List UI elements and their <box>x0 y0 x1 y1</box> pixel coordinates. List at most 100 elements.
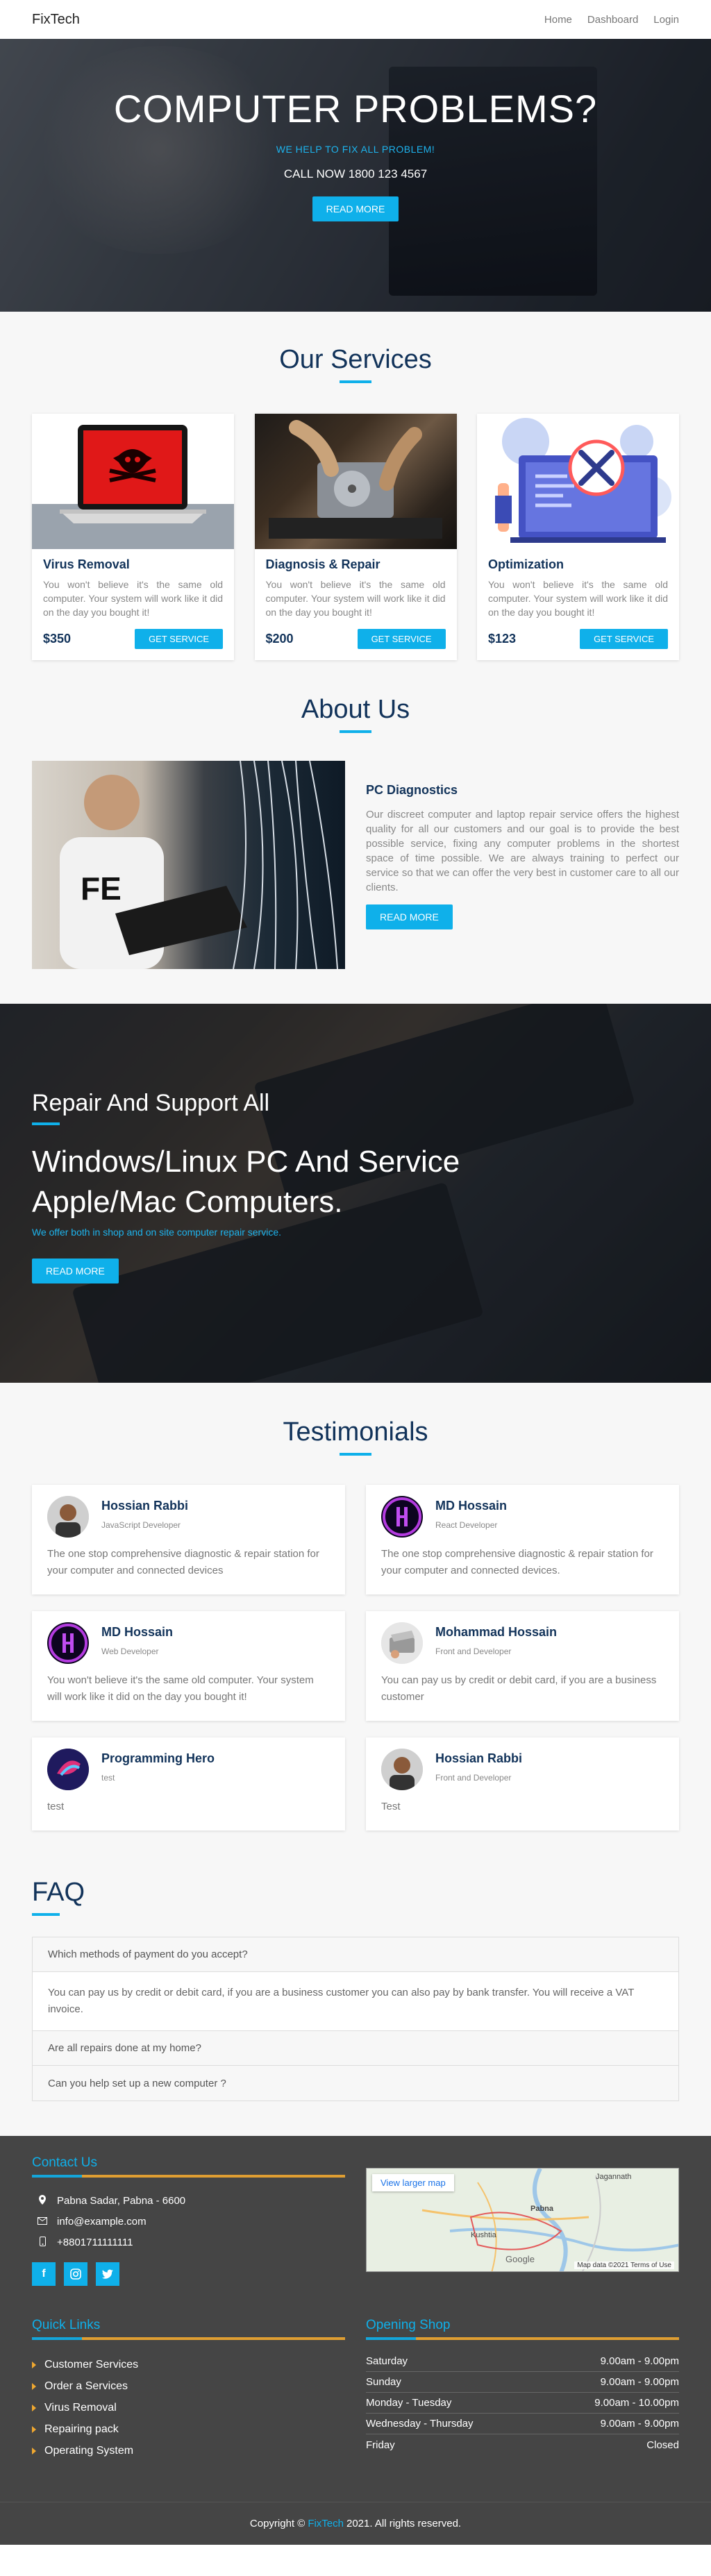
nav-link-login[interactable]: Login <box>653 14 679 26</box>
testimonial-name: MD Hossain <box>101 1625 174 1639</box>
testimonial-card: Hossian Rabbi Front and Developer Test <box>366 1737 679 1830</box>
testimonial-card: MD Hossain React Developer The one stop … <box>366 1485 679 1594</box>
hours-row: Monday - Tuesday 9.00am - 10.00pm <box>366 2393 679 2414</box>
contact-column: Contact Us Pabna Sadar, Pabna - 6600 inf… <box>32 2155 345 2286</box>
avatar <box>47 1622 89 1664</box>
contact-address: Pabna Sadar, Pabna - 6600 <box>32 2190 345 2211</box>
hero-title: COMPUTER PROBLEMS? <box>113 87 598 131</box>
faq-question[interactable]: Can you help set up a new computer ? <box>33 2066 678 2101</box>
hours-row: Sunday 9.00am - 9.00pm <box>366 2372 679 2393</box>
google-map[interactable]: View larger map Jagannath Pabna Kushtia … <box>366 2168 679 2272</box>
title-underline <box>340 380 371 383</box>
testimonial-name: MD Hossain <box>435 1499 508 1513</box>
envelope-icon <box>37 2216 47 2227</box>
copyright-brand-link[interactable]: FixTech <box>308 2518 344 2529</box>
nav-link-home[interactable]: Home <box>544 14 572 26</box>
testimonial-role: test <box>101 1773 115 1783</box>
avatar <box>381 1622 423 1664</box>
service-price: $350 <box>43 632 72 646</box>
nav-link-dashboard[interactable]: Dashboard <box>587 14 638 26</box>
svg-text:FE: FE <box>81 870 122 907</box>
faq-accordion: Which methods of payment do you accept? … <box>32 1937 679 2101</box>
quick-link[interactable]: Repairing pack <box>32 2418 345 2440</box>
hours-row: Friday Closed <box>366 2439 679 2451</box>
testimonials-section: Testimonials Hossian Rabbi JavaScript De… <box>0 1383 711 1858</box>
contact-phone: +8801711111111 <box>32 2232 345 2253</box>
repair-banner: Repair And Support All Windows/Linux PC … <box>0 1004 711 1383</box>
map-label: Jagannath <box>596 2173 632 2181</box>
hours-row: Saturday 9.00am - 9.00pm <box>366 2351 679 2372</box>
testimonial-role: Web Developer <box>101 1647 159 1656</box>
faq-question[interactable]: Which methods of payment do you accept? <box>33 1937 678 1972</box>
repair-hardware-image <box>254 414 457 549</box>
title-underline <box>366 2337 679 2340</box>
get-service-button[interactable]: GET SERVICE <box>357 629 446 649</box>
service-card-virus-removal: Virus Removal You won't believe it's the… <box>32 414 234 660</box>
banner-underline <box>32 1122 60 1125</box>
testimonial-role: JavaScript Developer <box>101 1520 181 1530</box>
service-name: Virus Removal <box>43 557 130 571</box>
mobile-phone-icon <box>37 2236 47 2248</box>
title-underline <box>32 2337 345 2340</box>
caret-right-icon <box>32 2425 36 2433</box>
testimonial-name: Programming Hero <box>101 1751 215 1765</box>
title-underline <box>32 1913 60 1916</box>
testimonial-card: Hossian Rabbi JavaScript Developer The o… <box>32 1485 345 1594</box>
service-price: $200 <box>265 632 294 646</box>
testimonials-title: Testimonials <box>283 1417 428 1447</box>
quick-link[interactable]: Customer Services <box>32 2354 345 2375</box>
contact-title: Contact Us <box>32 2155 97 2170</box>
quick-link[interactable]: Virus Removal <box>32 2397 345 2418</box>
hero-subtitle: WE HELP TO FIX ALL PROBLEM! <box>276 144 435 155</box>
banner-title: Windows/Linux PC And Service Apple/Mac C… <box>32 1145 460 1219</box>
brand-logo[interactable]: FixTech <box>32 12 80 28</box>
get-service-button[interactable]: GET SERVICE <box>580 629 668 649</box>
map-credit: Map data ©2021 Terms of Use <box>574 2262 674 2269</box>
title-underline <box>340 1453 371 1456</box>
quick-link[interactable]: Operating System <box>32 2440 345 2461</box>
testimonial-text: The one stop comprehensive diagnostic & … <box>381 1548 653 1576</box>
about-description: Our discreet computer and laptop repair … <box>366 809 679 893</box>
facebook-icon[interactable]: f <box>32 2262 56 2286</box>
testimonial-text: You can pay us by credit or debit card, … <box>381 1674 657 1703</box>
testimonial-card: MD Hossain Web Developer You won't belie… <box>32 1611 345 1721</box>
get-service-button[interactable]: GET SERVICE <box>135 629 223 649</box>
testimonials-grid: Hossian Rabbi JavaScript Developer The o… <box>32 1485 679 1830</box>
faq-section: FAQ Which methods of payment do you acce… <box>0 1858 711 2136</box>
title-underline <box>32 2175 345 2178</box>
banner-read-more-button[interactable]: READ MORE <box>32 1258 119 1283</box>
caret-right-icon <box>32 2382 36 2390</box>
services-section: Our Services Virus Removal You won't bel… <box>0 312 711 695</box>
hero-phone: CALL NOW 1800 123 4567 <box>283 167 428 180</box>
map-label: Kushtia <box>471 2231 496 2239</box>
hours-row: Wednesday - Thursday 9.00am - 9.00pm <box>366 2414 679 2434</box>
nav-links: Home Dashboard Login <box>544 14 679 26</box>
testimonial-text: Test <box>381 1801 401 1812</box>
caret-right-icon <box>32 2447 36 2455</box>
quick-link[interactable]: Order a Services <box>32 2375 345 2397</box>
service-description: You won't believe it's the same old comp… <box>43 579 223 618</box>
testimonial-text: test <box>47 1801 65 1812</box>
service-price: $123 <box>488 632 517 646</box>
faq-question[interactable]: Are all repairs done at my home? <box>33 2031 678 2066</box>
instagram-icon[interactable] <box>64 2262 87 2286</box>
social-links: f <box>32 2262 345 2286</box>
map-label: Pabna <box>530 2205 554 2213</box>
service-name: Diagnosis & Repair <box>265 557 380 571</box>
banner-subtitle: We offer both in shop and on site comput… <box>32 1227 282 1238</box>
about-read-more-button[interactable]: READ MORE <box>366 904 453 929</box>
service-description: You won't believe it's the same old comp… <box>488 579 668 618</box>
hero-read-more-button[interactable]: READ MORE <box>312 196 399 221</box>
service-description: You won't believe it's the same old comp… <box>265 579 446 618</box>
service-card-diagnosis-repair: Diagnosis & Repair You won't believe it'… <box>254 414 457 660</box>
optimization-illustration <box>477 414 679 549</box>
testimonial-role: React Developer <box>435 1520 498 1530</box>
twitter-icon[interactable] <box>96 2262 119 2286</box>
about-title: About Us <box>301 695 410 724</box>
faq-title: FAQ <box>32 1878 85 1907</box>
services-grid: Virus Removal You won't believe it's the… <box>32 414 679 660</box>
testimonial-role: Front and Developer <box>435 1773 512 1783</box>
hero-section: COMPUTER PROBLEMS? WE HELP TO FIX ALL PR… <box>0 39 711 312</box>
view-larger-map-button[interactable]: View larger map <box>372 2174 454 2191</box>
opening-hours-title: Opening Shop <box>366 2318 451 2332</box>
